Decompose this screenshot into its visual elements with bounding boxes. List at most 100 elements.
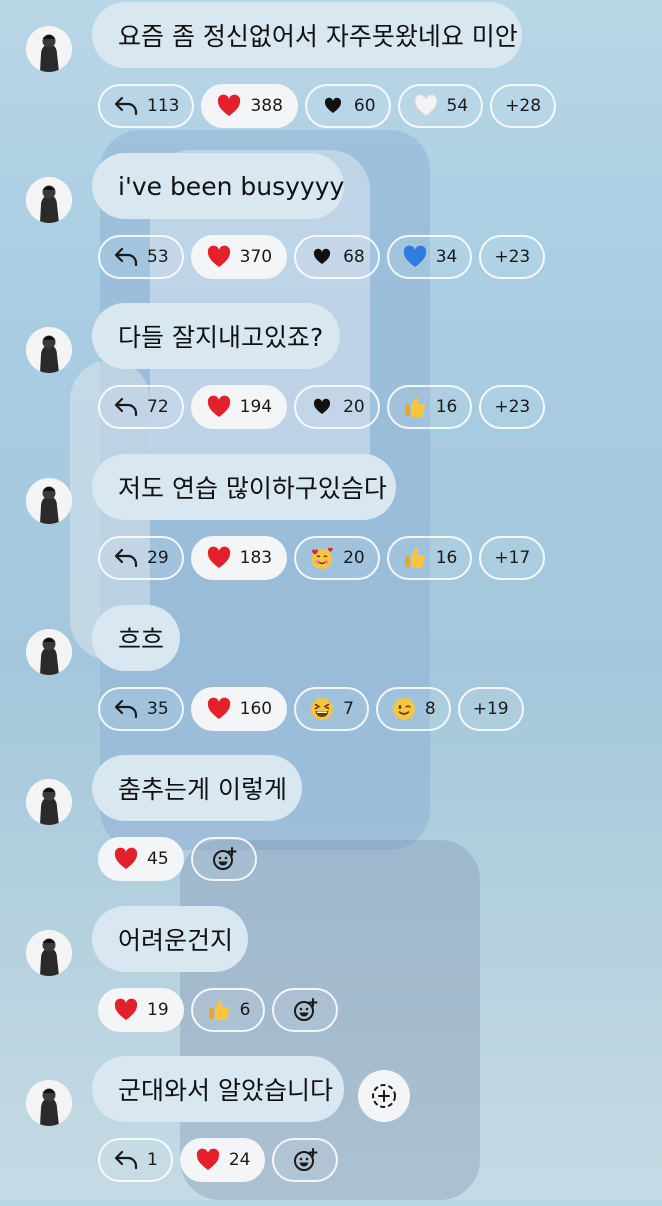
message-text: 어려운건지 [118,926,234,955]
more-reactions-button[interactable]: +19 [457,687,524,731]
white-heart-icon [413,93,439,119]
reaction-count: 54 [446,96,469,116]
message-row: 저도 연습 많이하구있슴다 29 183 20 16 +17 [0,454,662,604]
reaction-chip[interactable]: 16 [386,385,473,429]
reaction-chip[interactable]: 7 [294,687,369,731]
add-reaction-button[interactable] [190,837,257,881]
reaction-chip[interactable]: 19 [98,988,184,1032]
reaction-chip[interactable]: 20 [294,385,380,429]
message-text: 춤추는게 이렇게 [118,775,287,804]
reaction-bar: 113 388 60 54 +28 [98,84,557,130]
avatar[interactable] [26,930,72,976]
reaction-chip[interactable]: 60 [304,84,391,128]
smiling-face-with-hearts-icon [309,545,335,571]
avatar[interactable] [26,177,72,223]
reaction-count: 160 [239,699,273,719]
message-bubble[interactable]: 춤추는게 이렇게 [92,755,302,821]
reaction-chip[interactable]: 54 [397,84,484,128]
reply-count-button[interactable]: 113 [98,84,195,128]
reaction-chip[interactable]: 16 [386,536,473,580]
reaction-count: 20 [343,548,365,568]
more-reactions-button[interactable]: +17 [479,536,546,580]
add-action-button[interactable] [358,1070,410,1122]
reaction-chip[interactable]: 160 [190,687,288,731]
avatar[interactable] [26,629,72,675]
reaction-chip[interactable]: 20 [294,536,380,580]
reaction-count: +17 [494,548,531,568]
message-bubble[interactable]: 저도 연습 많이하구있슴다 [92,454,396,520]
reaction-count: 29 [147,548,169,568]
reply-icon [113,244,139,270]
reply-count-button[interactable]: 53 [98,235,184,279]
thumbs-up-icon [402,394,428,420]
reaction-chip[interactable]: 34 [386,235,473,279]
avatar[interactable] [26,327,72,373]
more-reactions-button[interactable]: +28 [490,84,557,128]
reaction-count: 45 [147,849,169,869]
reply-count-button[interactable]: 72 [98,385,184,429]
reaction-chip[interactable]: 68 [294,235,380,279]
reaction-count: 8 [424,699,436,719]
message-row: 흐흐 35 160 7 8 +19 [0,605,662,755]
reaction-count: 68 [343,247,365,267]
more-reactions-button[interactable]: +23 [479,385,546,429]
message-bubble[interactable]: 흐흐 [92,605,180,671]
reaction-count: 53 [147,247,169,267]
reaction-chip[interactable]: 183 [190,536,288,580]
add-reaction-button[interactable] [272,988,339,1032]
reply-icon [113,696,139,722]
reaction-count: 7 [343,699,354,719]
reaction-count: +19 [472,699,509,719]
reaction-chip[interactable]: 370 [190,235,288,279]
avatar[interactable] [26,1080,72,1126]
reaction-count: 6 [239,1000,251,1020]
avatar[interactable] [26,26,72,72]
reply-icon [113,394,139,420]
message-row: 다들 잘지내고있죠? 72 194 20 16 +23 [0,303,662,453]
avatar[interactable] [26,779,72,825]
reply-count-button[interactable]: 29 [98,536,184,580]
reaction-bar: 72 194 20 16 +23 [98,385,546,431]
more-reactions-button[interactable]: +23 [479,235,546,279]
red-heart-icon [113,846,139,872]
thumbs-up-icon [402,545,428,571]
red-heart-icon [206,545,232,571]
message-row: i've been busyyyy 53 370 68 34 +23 [0,153,662,303]
add-reaction-icon [211,846,237,872]
message-row: 어려운건지 19 6 [0,906,662,1056]
add-reaction-button[interactable] [272,1138,339,1182]
message-bubble[interactable]: 다들 잘지내고있죠? [92,303,340,369]
reaction-bar: 19 6 [98,988,339,1034]
message-bubble[interactable]: 요즘 좀 정신없어서 자주못왔네요 미안 [92,2,522,68]
reaction-count: 60 [353,96,376,116]
reaction-count: 183 [239,548,273,568]
reaction-bar: 35 160 7 8 +19 [98,687,524,733]
reaction-count: 72 [147,397,169,417]
reaction-chip[interactable]: 6 [190,988,266,1032]
message-text: 요즘 좀 정신없어서 자주못왔네요 미안 [118,22,518,51]
reaction-count: +23 [494,397,531,417]
avatar[interactable] [26,478,72,524]
reaction-chip[interactable]: 45 [98,837,184,881]
reaction-bar: 53 370 68 34 +23 [98,235,546,281]
red-heart-icon [216,93,242,119]
reaction-chip[interactable]: 24 [179,1138,266,1182]
reply-count-button[interactable]: 1 [98,1138,173,1182]
reaction-bar: 29 183 20 16 +17 [98,536,546,582]
reaction-chip[interactable]: 388 [201,84,298,128]
reaction-count: 35 [147,699,169,719]
message-bubble[interactable]: i've been busyyyy [92,153,344,219]
reaction-chip[interactable]: 194 [190,385,288,429]
message-bubble[interactable]: 어려운건지 [92,906,248,972]
reaction-count: 388 [250,96,283,116]
message-text: 군대와서 알았습니다 [118,1076,333,1105]
reaction-count: 20 [343,397,365,417]
reply-icon [113,93,139,119]
reaction-count: 24 [228,1150,251,1170]
message-row: 춤추는게 이렇게 45 [0,755,662,905]
reply-count-button[interactable]: 35 [98,687,184,731]
reaction-count: +28 [505,96,542,116]
reaction-chip[interactable]: 8 [375,687,451,731]
message-bubble[interactable]: 군대와서 알았습니다 [92,1056,344,1122]
reaction-bar: 1 24 [98,1138,339,1184]
